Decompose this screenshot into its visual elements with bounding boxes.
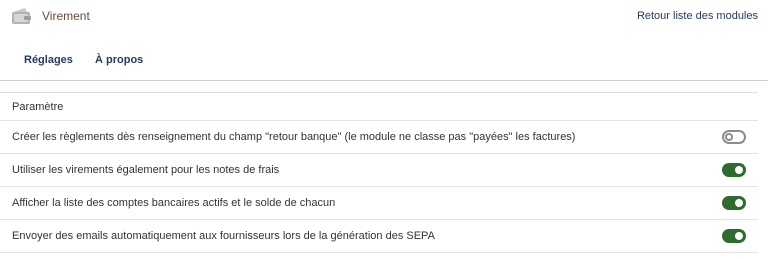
toggle-on-switch[interactable]: [722, 229, 746, 243]
toggle-knob: [735, 232, 743, 240]
setting-label: Envoyer des emails automatiquement aux f…: [12, 230, 435, 242]
table-row: Envoyer des emails automatiquement aux f…: [0, 220, 758, 253]
toggle-on-switch[interactable]: [722, 163, 746, 177]
table-row: Utiliser les virements également pour le…: [0, 154, 758, 187]
toggle-knob: [735, 199, 743, 207]
tab-bar: Réglages À propos: [0, 50, 768, 81]
column-header-parameter: Paramètre: [12, 101, 64, 113]
module-header: Virement Retour liste des modules: [0, 0, 768, 32]
toggle-on-switch[interactable]: [722, 196, 746, 210]
toggle-knob: [735, 166, 743, 174]
toggle-knob: [725, 133, 733, 141]
module-title: Virement: [42, 9, 90, 23]
setting-label: Créer les règlements dès renseignement d…: [12, 131, 576, 143]
setting-label: Afficher la liste des comptes bancaires …: [12, 197, 336, 209]
table-header-row: Paramètre: [0, 93, 758, 121]
tab-settings[interactable]: Réglages: [24, 54, 73, 66]
table-row: Afficher la liste des comptes bancaires …: [0, 187, 758, 220]
table-row: Créer les règlements dès renseignement d…: [0, 121, 758, 154]
toggle-off-switch[interactable]: [722, 130, 746, 144]
tab-about[interactable]: À propos: [95, 54, 143, 66]
settings-table: Paramètre Créer les règlements dès rense…: [0, 92, 758, 253]
setting-label: Utiliser les virements également pour le…: [12, 164, 280, 176]
back-to-modules-link[interactable]: Retour liste des modules: [637, 10, 758, 22]
wallet-icon: [10, 6, 34, 26]
